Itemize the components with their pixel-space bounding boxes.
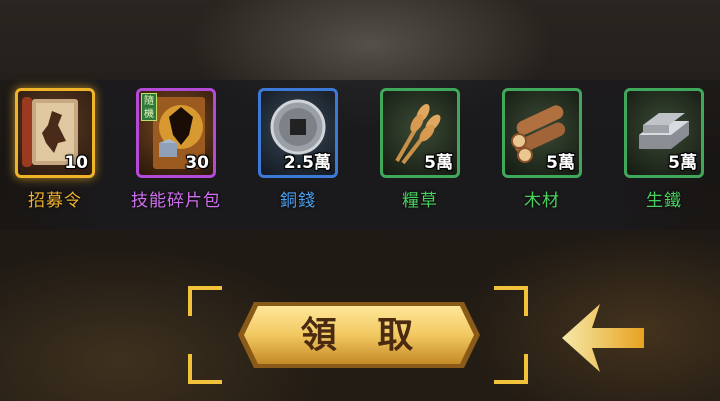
bracket-bottom-right (494, 354, 528, 384)
reward-frame[interactable]: 5萬 (502, 88, 582, 178)
reward-name: 糧草 (402, 191, 438, 211)
reward-quantity: 5萬 (668, 153, 697, 173)
reward-frame[interactable]: 5萬 (380, 88, 460, 178)
reward-quantity: 10 (64, 153, 88, 173)
random-tag: 隨機 (141, 93, 157, 121)
reward-quantity: 2.5萬 (283, 153, 331, 173)
reward-quantity: 5萬 (546, 153, 575, 173)
reward-item-wood[interactable]: 5萬 木材 (492, 88, 592, 211)
claim-button-area: 領 取 (188, 286, 528, 384)
reward-frame[interactable]: 2.5萬 (258, 88, 338, 178)
reward-item-iron[interactable]: 5萬 生鐵 (614, 88, 714, 211)
bracket-top-left (188, 286, 222, 316)
bracket-top-right (494, 286, 528, 316)
reward-strip-background (0, 80, 720, 230)
reward-quantity: 30 (185, 153, 209, 173)
pointer-arrow-icon (562, 304, 644, 372)
reward-quantity: 5萬 (424, 153, 453, 173)
bracket-bottom-left (188, 354, 222, 384)
reward-name: 招募令 (28, 191, 82, 211)
reward-name: 木材 (524, 191, 560, 211)
reward-item-skill-fragment[interactable]: 隨機 30 技能碎片包 (126, 88, 226, 211)
reward-screen: 10 招募令 隨機 30 技能碎片包 2.5萬 銅錢 5萬 糧草 5萬 木材 5… (0, 0, 720, 401)
reward-name: 生鐵 (646, 191, 682, 211)
reward-name: 銅錢 (280, 191, 316, 211)
claim-button[interactable]: 領 取 (236, 300, 482, 370)
reward-item-copper-coin[interactable]: 2.5萬 銅錢 (248, 88, 348, 211)
reward-frame[interactable]: 5萬 (624, 88, 704, 178)
reward-name: 技能碎片包 (131, 191, 221, 211)
claim-button-label: 領 取 (300, 314, 428, 356)
reward-frame[interactable]: 10 (15, 88, 95, 178)
reward-frame[interactable]: 隨機 30 (136, 88, 216, 178)
reward-item-recruit[interactable]: 10 招募令 (5, 88, 105, 211)
reward-item-grain[interactable]: 5萬 糧草 (370, 88, 470, 211)
